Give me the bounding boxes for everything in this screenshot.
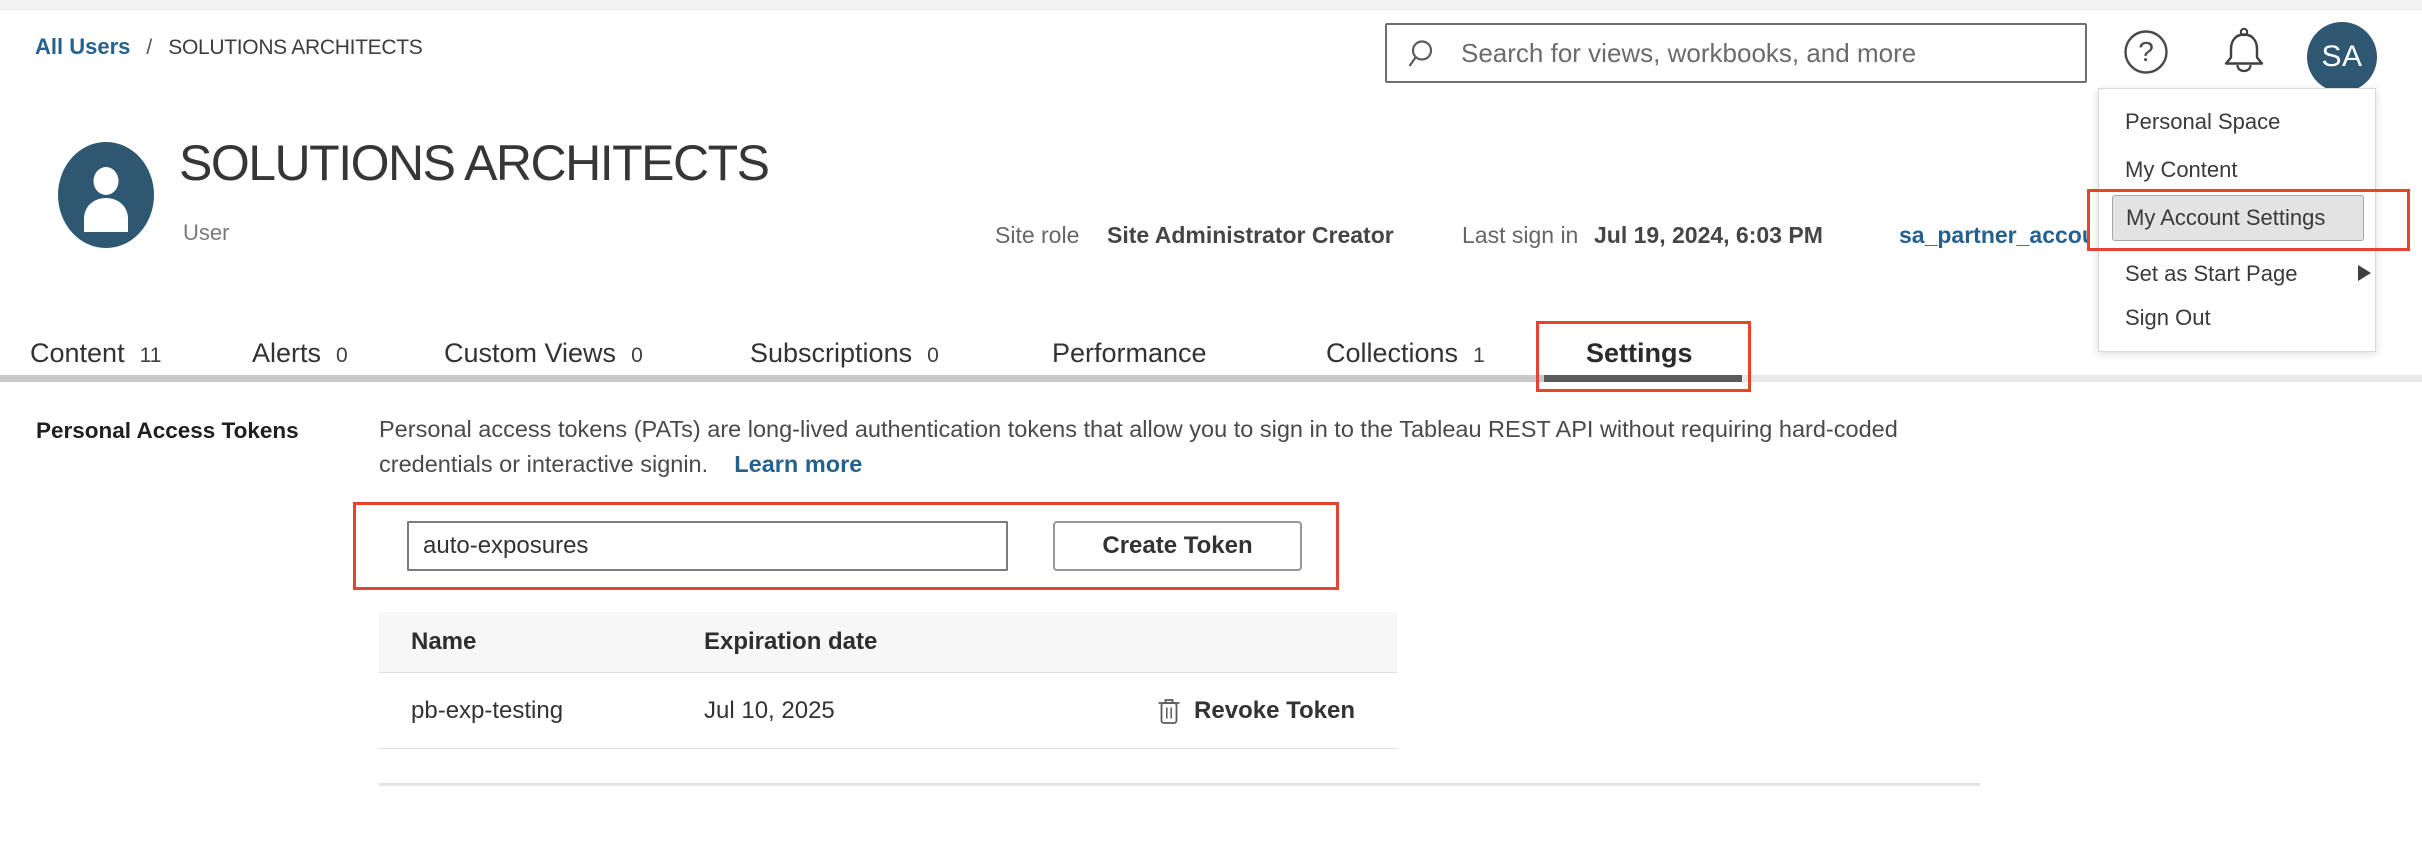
avatar-initials: SA: [2321, 40, 2362, 74]
tab-label: Custom Views: [444, 338, 616, 369]
notifications-button[interactable]: [2220, 25, 2268, 77]
token-table-row: pb-exp-testing Jul 10, 2025 Revoke Token: [379, 673, 1397, 749]
create-token-button[interactable]: Create Token: [1053, 521, 1302, 571]
tab-collections[interactable]: Collections 1: [1326, 338, 1485, 369]
breadcrumb: All Users / SOLUTIONS ARCHITECTS: [35, 34, 422, 60]
person-icon: [58, 142, 154, 248]
breadcrumb-all-users-link[interactable]: All Users: [35, 34, 130, 60]
account-avatar-button[interactable]: SA: [2307, 22, 2377, 92]
token-table-header: Name Expiration date: [379, 612, 1397, 673]
menu-item-label: Set as Start Page: [2125, 261, 2297, 286]
tab-settings[interactable]: Settings: [1586, 338, 1693, 369]
tab-label: Subscriptions: [750, 338, 912, 369]
username-link[interactable]: sa_partner_accou: [1899, 222, 2088, 249]
breadcrumb-current: SOLUTIONS ARCHITECTS: [168, 36, 422, 60]
tab-count: 11: [140, 344, 162, 368]
learn-more-link[interactable]: Learn more: [734, 451, 862, 477]
menu-item-sign-out[interactable]: Sign Out: [2125, 305, 2211, 331]
menu-item-my-account-settings[interactable]: My Account Settings: [2112, 195, 2364, 241]
help-icon: ?: [2123, 29, 2169, 75]
tab-label: Performance: [1052, 338, 1207, 369]
revoke-token-label: Revoke Token: [1194, 697, 1355, 725]
menu-item-my-content[interactable]: My Content: [2125, 157, 2238, 183]
menu-item-personal-space[interactable]: Personal Space: [2125, 109, 2280, 135]
site-role-label: Site role: [995, 222, 1079, 249]
tab-label: Settings: [1586, 338, 1693, 369]
svg-text:?: ?: [2138, 36, 2154, 67]
pat-description: Personal access tokens (PATs) are long-l…: [379, 412, 1979, 482]
column-header-name: Name: [411, 628, 704, 656]
tab-alerts[interactable]: Alerts 0: [252, 338, 348, 369]
tab-count: 0: [336, 344, 348, 368]
top-strip: [0, 0, 2422, 10]
search-input[interactable]: [1387, 25, 2085, 81]
account-menu: Personal Space My Content My Account Set…: [2098, 88, 2376, 352]
search-box[interactable]: [1385, 23, 2087, 83]
tab-label: Collections: [1326, 338, 1458, 369]
tab-active-indicator: [1544, 375, 1742, 382]
tab-count: 0: [631, 344, 643, 368]
tab-label: Content: [30, 338, 125, 369]
menu-item-set-as-start-page[interactable]: Set as Start Page: [2125, 261, 2365, 287]
last-sign-in-value: Jul 19, 2024, 6:03 PM: [1594, 222, 1823, 249]
tab-custom-views[interactable]: Custom Views 0: [444, 338, 643, 369]
tab-performance[interactable]: Performance: [1052, 338, 1207, 369]
tableau-user-settings-page: All Users / SOLUTIONS ARCHITECTS ? SA Pe…: [0, 0, 2422, 850]
section-divider: [379, 783, 1980, 786]
tab-count: 1: [1473, 344, 1485, 368]
tabbar-divider-right: [1742, 375, 2422, 382]
token-name-input[interactable]: [407, 521, 1008, 571]
revoke-token-button[interactable]: Revoke Token: [1156, 673, 1355, 748]
column-header-expiration: Expiration date: [704, 628, 1397, 656]
tab-subscriptions[interactable]: Subscriptions 0: [750, 338, 939, 369]
user-avatar: [58, 142, 154, 248]
breadcrumb-separator: /: [146, 36, 152, 60]
tab-content[interactable]: Content 11: [30, 338, 161, 369]
trash-icon: [1156, 696, 1182, 726]
bell-icon: [2220, 25, 2268, 77]
menu-item-label: My Account Settings: [2126, 205, 2325, 231]
token-table: Name Expiration date pb-exp-testing Jul …: [379, 612, 1397, 749]
page-title: SOLUTIONS ARCHITECTS: [179, 134, 769, 192]
tabbar-divider-left: [0, 375, 1546, 382]
last-sign-in-label: Last sign in: [1462, 222, 1578, 249]
personal-access-tokens-label: Personal Access Tokens: [36, 418, 299, 444]
token-name-cell: pb-exp-testing: [411, 697, 704, 725]
user-type-label: User: [183, 220, 229, 246]
tab-count: 0: [927, 344, 939, 368]
submenu-arrow-icon: [2358, 265, 2371, 281]
help-button[interactable]: ?: [2123, 29, 2169, 75]
tab-label: Alerts: [252, 338, 321, 369]
site-role-value: Site Administrator Creator: [1107, 222, 1394, 249]
pat-description-text: Personal access tokens (PATs) are long-l…: [379, 416, 1898, 477]
